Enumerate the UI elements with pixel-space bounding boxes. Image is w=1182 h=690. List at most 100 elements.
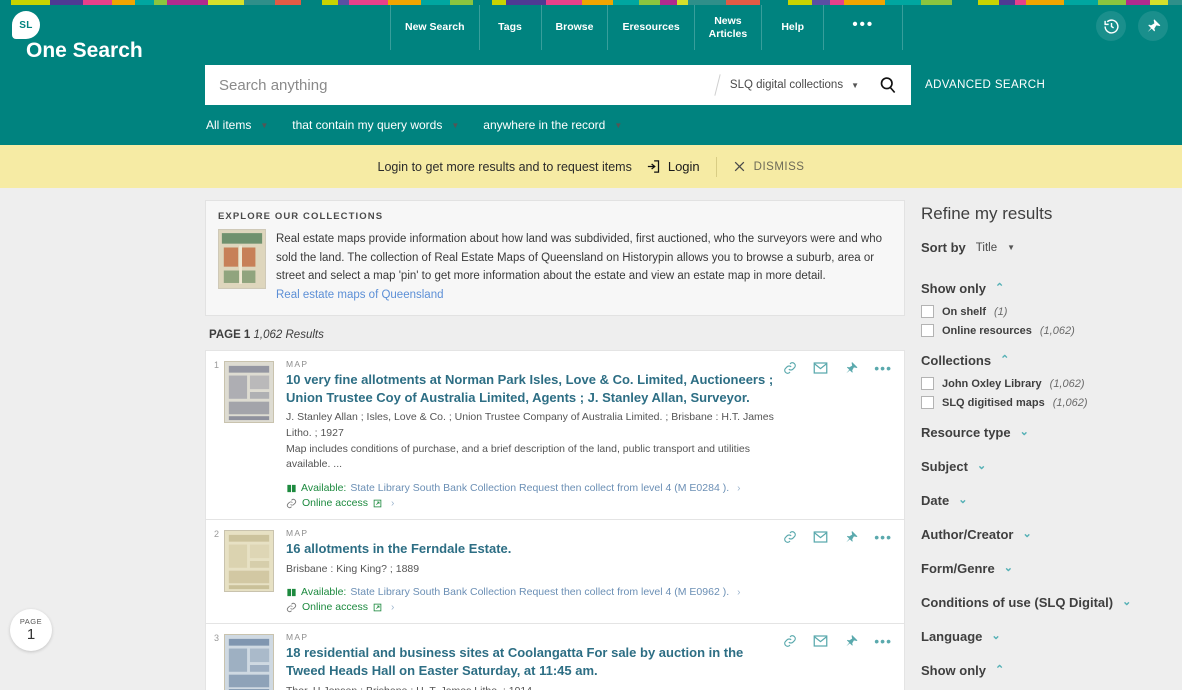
refine-results-panel: Refine my results Sort by Title ▼ Show o…: [905, 188, 1182, 690]
result-availability[interactable]: Available: State Library South Bank Coll…: [286, 482, 784, 494]
advanced-search-link[interactable]: ADVANCED SEARCH: [925, 79, 1045, 91]
result-thumbnail[interactable]: [224, 530, 274, 593]
facet-form-genre-header[interactable]: Form/Genre ⌄: [921, 555, 1182, 582]
more-actions-icon[interactable]: •••: [874, 530, 892, 544]
nav-new-search[interactable]: New Search: [390, 5, 479, 50]
sort-by-value: Title: [975, 241, 998, 254]
permalink-icon[interactable]: [783, 530, 797, 544]
search-input[interactable]: [205, 65, 717, 105]
filter-search-field[interactable]: anywhere in the record ▼: [483, 118, 622, 132]
result-actions: •••: [783, 530, 892, 544]
filter-material-type[interactable]: All items ▼: [206, 118, 268, 132]
result-title[interactable]: 10 very fine allotments at Norman Park I…: [286, 371, 784, 406]
results-count: 1,062 Results: [253, 329, 324, 342]
result-online-access[interactable]: Online access ›: [286, 601, 784, 613]
explore-collection-link[interactable]: Real estate maps of Queensland: [276, 289, 444, 301]
facet-form-genre: Form/Genre ⌄: [921, 555, 1182, 582]
facet-show-only-2-header[interactable]: Show only ⌃: [921, 657, 1182, 684]
facet-show-only-header[interactable]: Show only ⌃: [921, 275, 1182, 302]
facet-form-genre-label: Form/Genre: [921, 561, 995, 576]
pin-icon[interactable]: [844, 634, 858, 648]
result-availability[interactable]: Available: State Library South Bank Coll…: [286, 586, 784, 598]
facet-checkbox[interactable]: [921, 324, 934, 337]
search-scope-dropdown[interactable]: SLQ digital collections ▼: [718, 79, 865, 91]
result-number: 1: [214, 360, 220, 371]
pinned-items-icon[interactable]: [1138, 11, 1168, 41]
result-title[interactable]: 18 residential and business sites at Coo…: [286, 644, 784, 679]
email-icon[interactable]: [813, 634, 828, 648]
facet-option-label: Online resources: [942, 324, 1032, 337]
login-banner: Login to get more results and to request…: [0, 145, 1182, 188]
facet-checkbox[interactable]: [921, 377, 934, 390]
permalink-icon[interactable]: [783, 634, 797, 648]
result-metadata: J. Stanley Allan ; Isles, Love & Co. ; U…: [286, 411, 774, 439]
more-actions-icon[interactable]: •••: [874, 634, 892, 648]
facet-subject-header[interactable]: Subject ⌄: [921, 453, 1182, 480]
query-filter-row: All items ▼ that contain my query words ▼ an…: [206, 118, 646, 132]
permalink-icon[interactable]: [783, 361, 797, 375]
facet-show-only: Show only ⌃ On shelf (1) Online resources…: [921, 275, 1182, 340]
email-icon[interactable]: [813, 530, 828, 544]
result-online-access[interactable]: Online access ›: [286, 497, 784, 509]
chevron-down-icon: ▼: [851, 80, 859, 90]
nav-eresources[interactable]: Eresources: [607, 5, 693, 50]
nav-news-articles[interactable]: News Articles: [693, 5, 762, 50]
nav-tags[interactable]: Tags: [478, 5, 541, 50]
explore-description: Real estate maps provide information abo…: [276, 233, 883, 283]
login-button[interactable]: Login: [646, 159, 700, 174]
chevron-down-icon: ▼: [614, 120, 623, 130]
facet-checkbox[interactable]: [921, 396, 934, 409]
facet-conditions-of-use-header[interactable]: Conditions of use (SLQ Digital) ⌄: [921, 589, 1182, 616]
pin-icon[interactable]: [844, 361, 858, 375]
result-resource-type: MAP: [286, 528, 309, 539]
email-icon[interactable]: [813, 361, 828, 375]
facet-checkbox[interactable]: [921, 305, 934, 318]
facet-conditions-of-use: Conditions of use (SLQ Digital) ⌄: [921, 589, 1182, 616]
facet-option[interactable]: On shelf (1): [921, 302, 1182, 321]
page-body: PAGE 1 EXPLORE OUR COLLECTIONS Real esta…: [0, 188, 1182, 690]
current-page-badge[interactable]: PAGE 1: [10, 609, 52, 651]
result-thumbnail[interactable]: [224, 361, 274, 424]
facet-date-header[interactable]: Date ⌄: [921, 487, 1182, 514]
explore-collections-card: EXPLORE OUR COLLECTIONS Real estate maps…: [205, 200, 905, 317]
results-summary: PAGE 1 1,062 Results: [205, 316, 905, 350]
filter-match-mode[interactable]: that contain my query words ▼: [292, 118, 459, 132]
chevron-down-icon: ▼: [451, 120, 460, 130]
result-thumbnail[interactable]: [224, 634, 274, 690]
facet-subject: Subject ⌄: [921, 453, 1182, 480]
facet-option[interactable]: Online resources (1,062): [921, 321, 1182, 340]
facet-option-count: (1,062): [1052, 396, 1088, 409]
search-history-icon[interactable]: [1096, 11, 1126, 41]
chevron-up-icon: ⌃: [995, 282, 1005, 294]
online-access-label: Online access: [302, 497, 368, 510]
chevron-down-icon: ⌄: [1022, 528, 1032, 540]
facet-author-creator-header[interactable]: Author/Creator ⌄: [921, 521, 1182, 548]
search-scope-label: SLQ digital collections: [729, 79, 844, 91]
facet-language-header[interactable]: Language ⌄: [921, 623, 1182, 650]
page-indicator: PAGE 1: [10, 609, 52, 679]
result-title[interactable]: 16 allotments in the Ferndale Estate.: [286, 540, 784, 558]
nav-help[interactable]: Help: [761, 5, 823, 50]
facet-author-creator: Author/Creator ⌄: [921, 521, 1182, 548]
sort-by-control[interactable]: Sort by Title ▼: [921, 240, 1182, 255]
facet-option[interactable]: John Oxley Library (1,062): [921, 374, 1182, 393]
result-metadata: Brisbane : King King? ; 1889: [286, 562, 420, 575]
nav-browse[interactable]: Browse: [540, 5, 608, 50]
result-number: 3: [214, 633, 220, 644]
facet-collections-header[interactable]: Collections ⌃: [921, 347, 1182, 374]
nav-more[interactable]: •••: [823, 5, 904, 50]
search-submit-button[interactable]: [865, 75, 911, 95]
facet-show-only-2: Show only ⌃: [921, 657, 1182, 684]
brand-logo[interactable]: SL One Search: [0, 5, 390, 62]
sort-by-label: Sort by: [921, 240, 966, 255]
facet-resource-type-header[interactable]: Resource type ⌄: [921, 419, 1182, 446]
pin-icon[interactable]: [844, 530, 858, 544]
dismiss-banner-button[interactable]: DISMISS: [733, 160, 805, 173]
login-banner-text: Login to get more results and to request…: [377, 159, 632, 174]
facet-show-only-2-label: Show only: [921, 663, 986, 678]
results-list: 1 MAP 10 very fine allotments at Norman …: [205, 350, 905, 690]
more-actions-icon[interactable]: •••: [874, 361, 892, 375]
result-item: 3 MAP 18 residential and business sites …: [205, 624, 905, 690]
facet-option[interactable]: SLQ digitised maps (1,062): [921, 393, 1182, 412]
brand-badge-text: SL: [19, 19, 33, 31]
